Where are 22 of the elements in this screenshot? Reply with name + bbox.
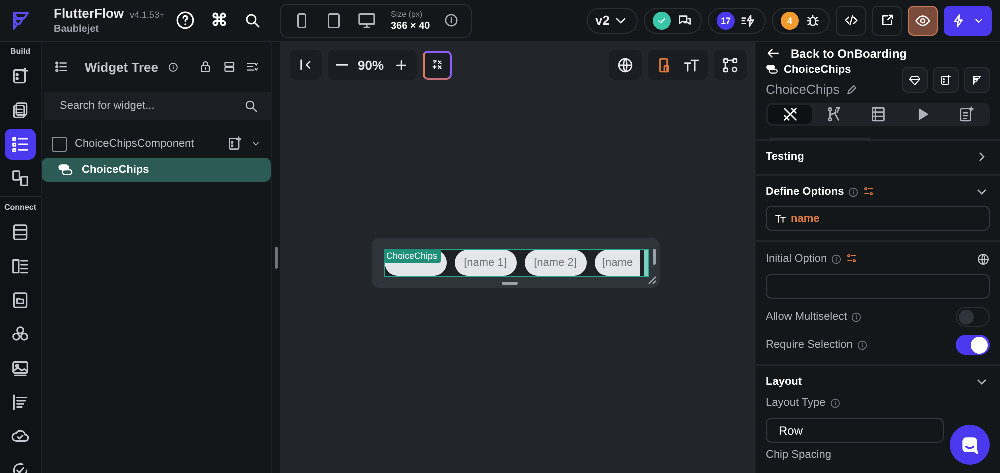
size-label: Size (px)	[391, 10, 424, 18]
widget-name-tooltip: ChoiceChips	[384, 249, 441, 263]
count-badge: 4	[781, 12, 799, 30]
field-label: Initial Option	[766, 253, 828, 265]
panel-title: Widget Tree	[84, 60, 158, 74]
widget-name: ChoiceChips	[766, 82, 840, 97]
section-title: Layout	[766, 376, 802, 388]
widget-type: ChoiceChips	[784, 64, 852, 76]
toggle-label: Require Selection	[766, 339, 853, 351]
version-label: v4.1.53+	[130, 10, 165, 20]
section-title: Testing	[766, 151, 804, 163]
field-label: Layout Type	[766, 397, 826, 409]
count-badge: 17	[717, 12, 735, 30]
app-name: FlutterFlow	[54, 6, 124, 21]
zoom-level: 90%	[358, 58, 384, 72]
size-value: 366 × 40	[391, 20, 430, 32]
toggle-label: Allow Multiselect	[766, 311, 848, 323]
field-label: Chip Spacing	[766, 449, 832, 461]
rail-section-title: Build	[10, 47, 30, 56]
project-name: Baublejet	[54, 24, 100, 35]
section-title: Define Options	[766, 186, 844, 198]
rail-section-title: Connect	[4, 203, 36, 212]
